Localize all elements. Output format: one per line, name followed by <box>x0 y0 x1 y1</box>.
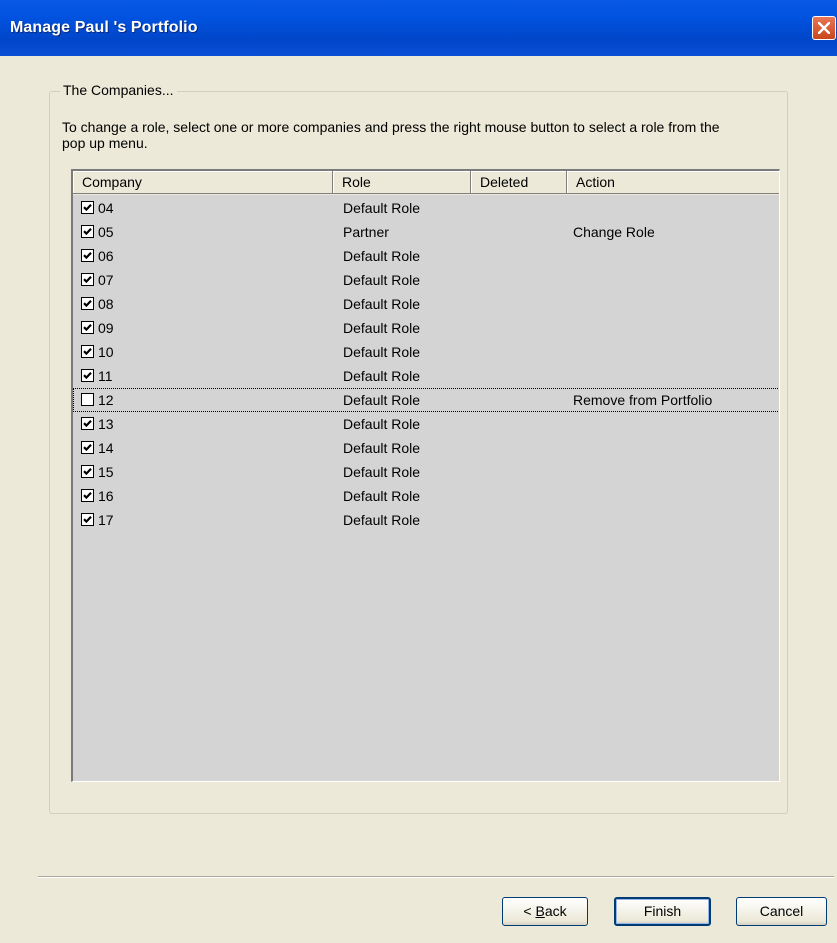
action-cell: Remove from Portfolio <box>573 392 713 408</box>
table-row[interactable]: 13 Default Role <box>73 412 779 436</box>
role-cell: Default Role <box>343 416 421 432</box>
checkmark-icon <box>83 420 92 428</box>
company-cell: 14 <box>98 440 114 456</box>
role-cell: Default Role <box>343 464 421 480</box>
instructions-text: To change a role, select one or more com… <box>62 119 720 151</box>
checkmark-icon <box>83 468 92 476</box>
role-cell: Default Role <box>343 248 421 264</box>
company-cell: 16 <box>98 488 114 504</box>
cancel-button-label: Cancel <box>759 903 804 919</box>
close-icon <box>818 22 830 34</box>
company-cell: 15 <box>98 464 114 480</box>
table-row[interactable]: 17 Default Role <box>73 508 779 532</box>
checkmark-icon <box>83 228 92 236</box>
checkmark-icon <box>83 324 92 332</box>
button-separator <box>38 876 834 878</box>
role-cell: Default Role <box>343 272 421 288</box>
cancel-button[interactable]: Cancel <box>736 897 827 926</box>
role-cell: Default Role <box>343 320 421 336</box>
role-cell: Default Role <box>343 344 421 360</box>
checkmark-icon <box>83 204 92 212</box>
groupbox-label: The Companies... <box>60 82 177 98</box>
company-cell: 05 <box>98 224 114 240</box>
companies-listview[interactable]: Company Role Deleted Action 04 Default Ro… <box>71 169 780 782</box>
action-cell: Change Role <box>573 224 655 240</box>
title-bar[interactable]: Manage Paul 's Portfolio <box>0 0 837 56</box>
back-button-accelerator: B <box>535 903 545 919</box>
role-cell: Default Role <box>343 440 421 456</box>
checkmark-icon <box>83 348 92 356</box>
table-row[interactable]: 05 Partner Change Role <box>73 220 779 244</box>
row-checkbox[interactable] <box>81 393 94 406</box>
checkmark-icon <box>83 492 92 500</box>
company-cell: 11 <box>98 368 113 384</box>
row-checkbox[interactable] <box>81 273 94 286</box>
checkmark-icon <box>83 276 92 284</box>
company-cell: 12 <box>98 392 114 408</box>
finish-button[interactable]: Finish <box>614 897 711 926</box>
table-row[interactable]: 07 Default Role <box>73 268 779 292</box>
dialog-window: Manage Paul 's Portfolio The Companies..… <box>0 0 837 943</box>
role-cell: Default Role <box>343 488 421 504</box>
company-cell: 13 <box>98 416 114 432</box>
back-button-label-rest: ack <box>544 903 567 919</box>
table-row[interactable]: 14 Default Role <box>73 436 779 460</box>
table-row[interactable]: 04 Default Role <box>73 196 779 220</box>
column-header-deleted[interactable]: Deleted <box>471 171 567 194</box>
back-button[interactable]: < Back <box>502 897 588 926</box>
row-checkbox[interactable] <box>81 513 94 526</box>
checkmark-icon <box>83 252 92 260</box>
table-row[interactable]: 08 Default Role <box>73 292 779 316</box>
company-cell: 10 <box>98 344 114 360</box>
role-cell: Default Role <box>343 296 421 312</box>
column-header-action[interactable]: Action <box>567 171 779 194</box>
role-cell: Default Role <box>343 200 421 216</box>
finish-button-label: Finish <box>643 903 682 919</box>
table-row[interactable]: 11 Default Role <box>73 364 779 388</box>
back-button-prefix: < <box>523 903 536 919</box>
company-cell: 04 <box>98 200 114 216</box>
table-row[interactable]: 09 Default Role <box>73 316 779 340</box>
row-checkbox[interactable] <box>81 225 94 238</box>
checkmark-icon <box>83 372 92 380</box>
table-row[interactable]: 12 Default Role Remove from Portfolio <box>73 388 779 412</box>
column-header-role[interactable]: Role <box>333 171 471 194</box>
row-checkbox[interactable] <box>81 297 94 310</box>
checkmark-icon <box>83 444 92 452</box>
table-row[interactable]: 10 Default Role <box>73 340 779 364</box>
close-button[interactable] <box>812 16 836 40</box>
role-cell: Default Role <box>343 512 421 528</box>
row-checkbox[interactable] <box>81 201 94 214</box>
window-title: Manage Paul 's Portfolio <box>10 19 198 36</box>
row-checkbox[interactable] <box>81 345 94 358</box>
row-checkbox[interactable] <box>81 369 94 382</box>
column-header-company[interactable]: Company <box>73 171 333 194</box>
list-header: Company Role Deleted Action <box>73 171 779 195</box>
role-cell: Partner <box>343 224 389 240</box>
company-cell: 06 <box>98 248 114 264</box>
row-checkbox[interactable] <box>81 465 94 478</box>
table-row[interactable]: 15 Default Role <box>73 460 779 484</box>
role-cell: Default Role <box>343 368 421 384</box>
company-cell: 17 <box>98 512 114 528</box>
row-checkbox[interactable] <box>81 489 94 502</box>
row-checkbox[interactable] <box>81 321 94 334</box>
table-row[interactable]: 06 Default Role <box>73 244 779 268</box>
checkmark-icon <box>83 300 92 308</box>
company-cell: 08 <box>98 296 114 312</box>
row-checkbox[interactable] <box>81 441 94 454</box>
company-cell: 07 <box>98 272 114 288</box>
table-row[interactable]: 16 Default Role <box>73 484 779 508</box>
role-cell: Default Role <box>343 392 421 408</box>
checkmark-icon <box>83 516 92 524</box>
row-checkbox[interactable] <box>81 249 94 262</box>
row-checkbox[interactable] <box>81 417 94 430</box>
company-cell: 09 <box>98 320 114 336</box>
